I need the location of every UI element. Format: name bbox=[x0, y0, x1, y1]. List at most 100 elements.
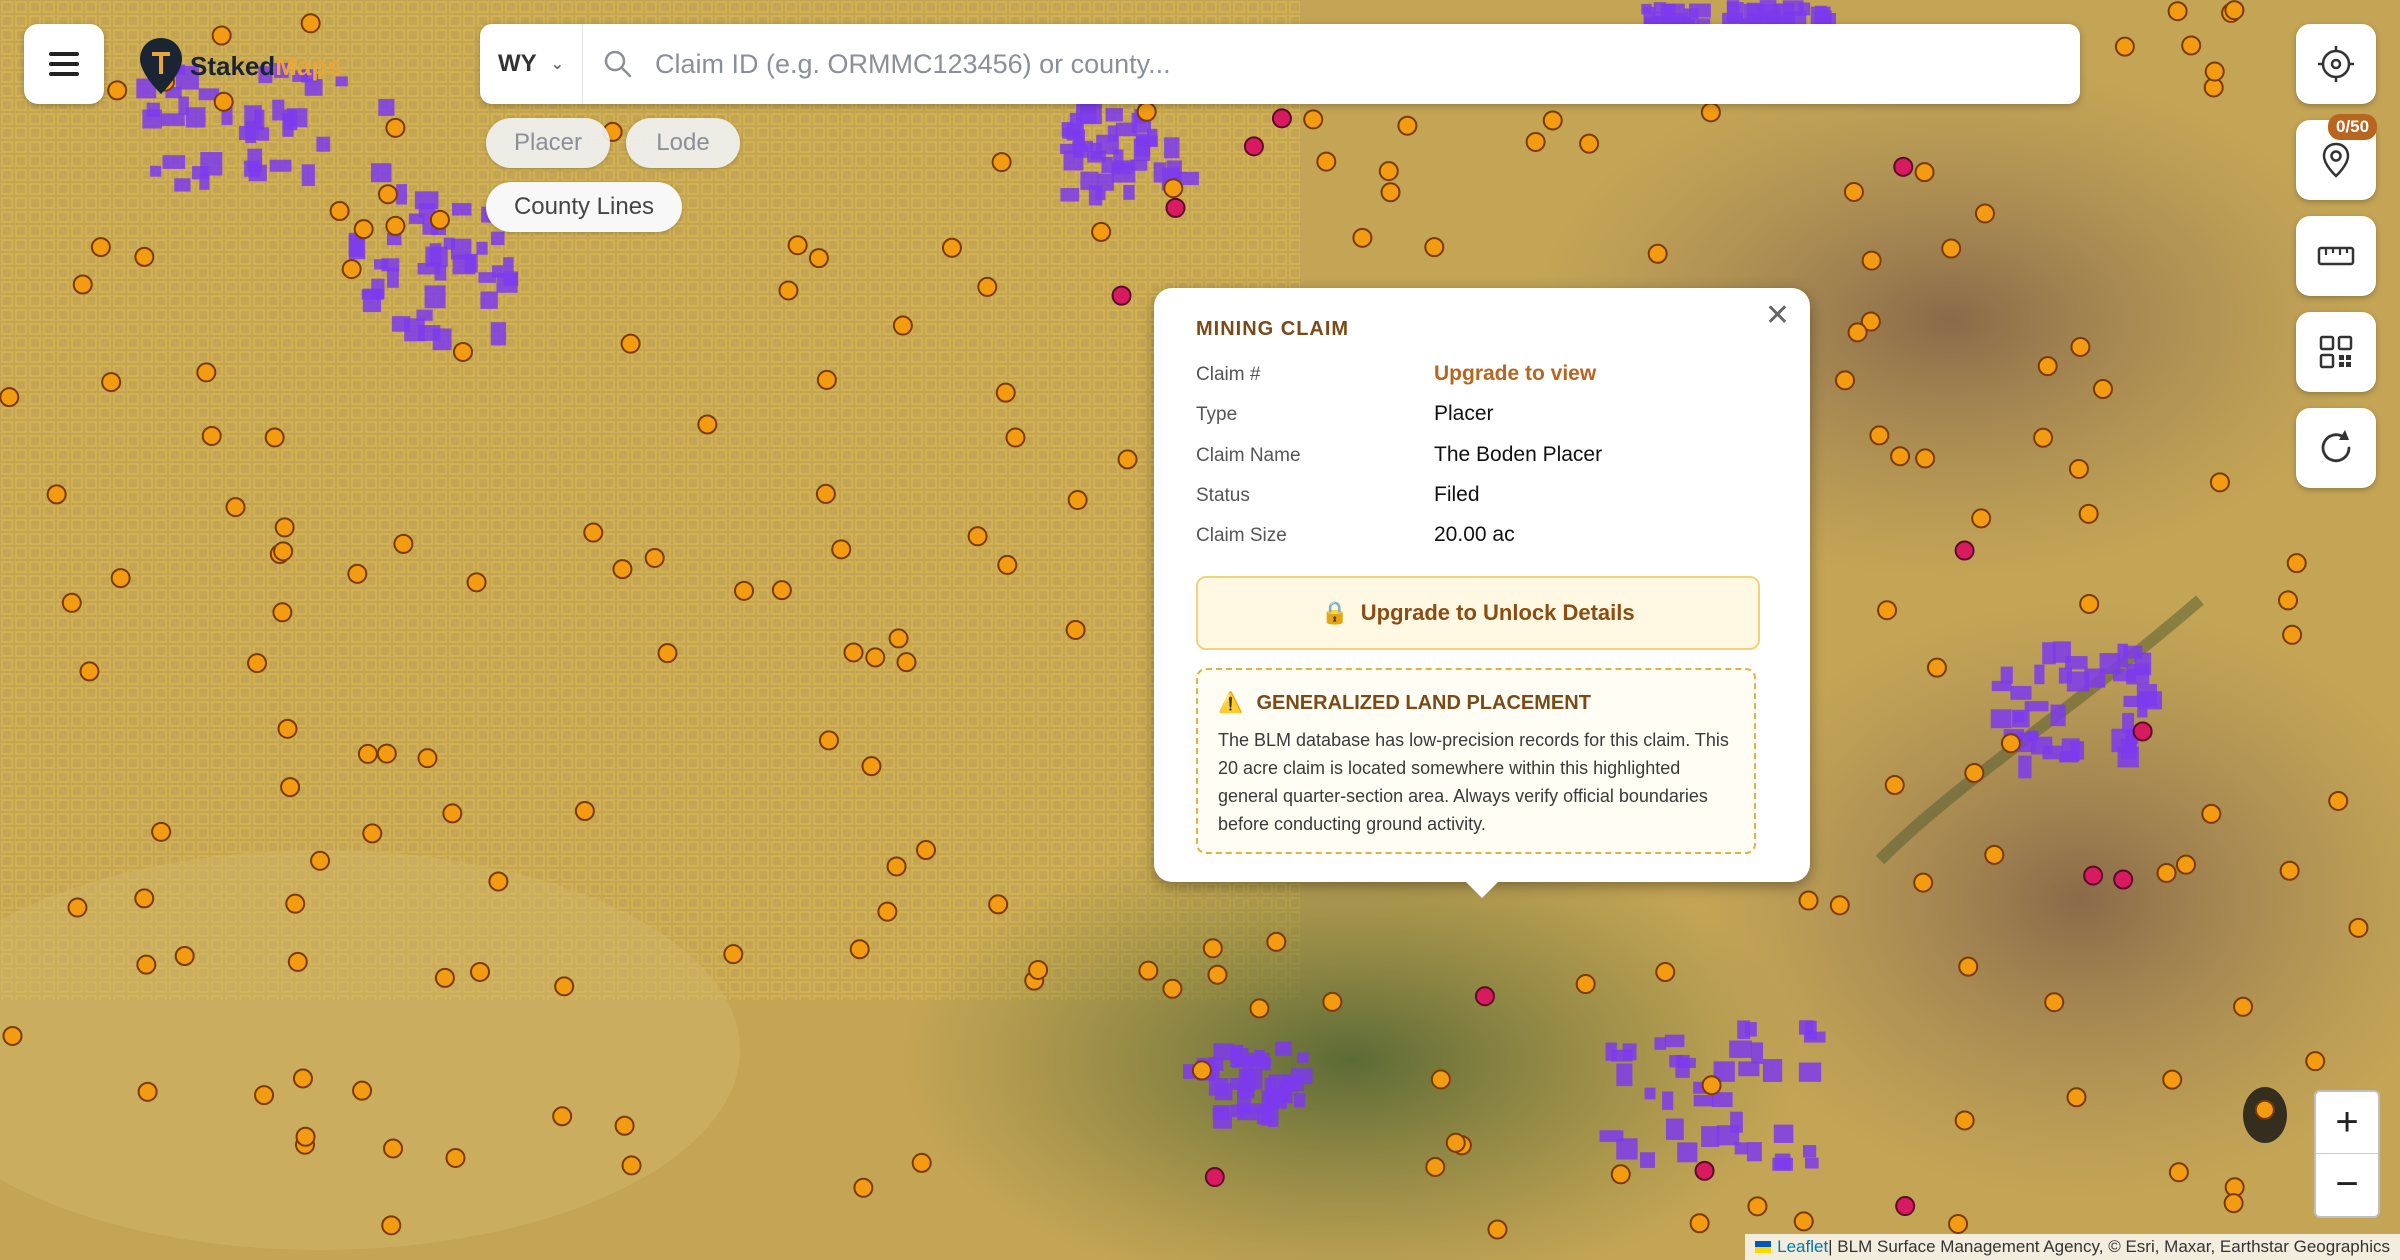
claim-block[interactable] bbox=[1254, 1049, 1265, 1063]
placer-claim-marker[interactable] bbox=[46, 484, 67, 505]
placer-claim-marker[interactable] bbox=[843, 642, 864, 663]
placer-claim-marker[interactable] bbox=[1747, 1196, 1768, 1217]
claim-block[interactable] bbox=[1290, 1068, 1313, 1085]
claim-block[interactable] bbox=[1990, 709, 2012, 729]
zoom-out-button[interactable]: − bbox=[2316, 1153, 2378, 1215]
claim-block[interactable] bbox=[1076, 101, 1097, 124]
placer-claim-marker[interactable] bbox=[292, 1068, 313, 1089]
placer-claim-marker[interactable] bbox=[1869, 425, 1890, 446]
claim-block[interactable] bbox=[1773, 1124, 1794, 1143]
placer-claim-marker[interactable] bbox=[136, 954, 157, 975]
placer-claim-marker[interactable] bbox=[1067, 490, 1088, 511]
claim-block[interactable] bbox=[1063, 150, 1084, 171]
placer-claim-marker[interactable] bbox=[310, 850, 331, 871]
placer-claim-marker[interactable] bbox=[277, 718, 298, 739]
placer-claim-marker[interactable] bbox=[225, 497, 246, 518]
claim-block[interactable] bbox=[1737, 1020, 1751, 1040]
placer-claim-marker[interactable] bbox=[2279, 860, 2300, 881]
claim-block[interactable] bbox=[424, 285, 446, 309]
placer-claim-marker[interactable] bbox=[1202, 938, 1223, 959]
placer-claim-marker[interactable] bbox=[554, 976, 575, 997]
claim-block[interactable] bbox=[1665, 1118, 1684, 1140]
placer-claim-marker[interactable] bbox=[988, 894, 1009, 915]
placer-claim-marker[interactable] bbox=[2068, 458, 2089, 479]
claim-block[interactable] bbox=[1095, 189, 1106, 201]
placer-claim-marker[interactable] bbox=[2044, 992, 2065, 1013]
placer-claim-marker[interactable] bbox=[2223, 1193, 2244, 1214]
placer-claim-marker[interactable] bbox=[247, 653, 268, 674]
placer-claim-marker[interactable] bbox=[2168, 1162, 2189, 1183]
claim-block[interactable] bbox=[404, 318, 425, 342]
placer-claim-marker[interactable] bbox=[1829, 895, 1850, 916]
placer-claim-marker[interactable] bbox=[723, 944, 744, 965]
claim-block[interactable] bbox=[146, 102, 160, 117]
placer-claim-marker[interactable] bbox=[1798, 890, 1819, 911]
close-icon[interactable]: ✕ bbox=[1765, 298, 1790, 333]
placer-claim-marker[interactable] bbox=[1655, 962, 1676, 983]
claim-block[interactable] bbox=[247, 148, 263, 172]
claim-block[interactable] bbox=[1294, 1092, 1306, 1108]
placer-claim-marker[interactable] bbox=[1913, 872, 1934, 893]
placer-claim-marker[interactable] bbox=[151, 821, 172, 842]
claim-block[interactable] bbox=[2099, 653, 2121, 674]
claim-block[interactable] bbox=[316, 136, 331, 152]
placer-claim-marker[interactable] bbox=[1793, 1211, 1814, 1232]
placer-claim-marker[interactable] bbox=[787, 235, 808, 256]
locate-button[interactable] bbox=[2296, 24, 2376, 104]
lode-claim-marker[interactable] bbox=[1111, 285, 1132, 306]
claim-block[interactable] bbox=[1136, 135, 1158, 147]
claim-block[interactable] bbox=[301, 164, 315, 186]
placer-claim-marker[interactable] bbox=[831, 539, 852, 560]
claim-block[interactable] bbox=[2065, 656, 2088, 670]
placer-claim-marker[interactable] bbox=[574, 801, 595, 822]
claim-block[interactable] bbox=[1701, 1126, 1720, 1147]
placer-claim-marker[interactable] bbox=[1579, 133, 1600, 154]
claim-block[interactable] bbox=[269, 159, 292, 172]
placer-claim-marker[interactable] bbox=[1984, 844, 2005, 865]
placer-claim-marker[interactable] bbox=[1487, 1219, 1508, 1240]
placer-claim-marker[interactable] bbox=[911, 1152, 932, 1173]
filter-chip-placer[interactable]: Placer bbox=[486, 118, 610, 168]
claim-block[interactable] bbox=[1616, 1138, 1638, 1160]
placer-claim-marker[interactable] bbox=[2233, 996, 2254, 1017]
placer-claim-marker[interactable] bbox=[383, 1138, 404, 1159]
claim-block[interactable] bbox=[178, 96, 189, 115]
placer-claim-marker[interactable] bbox=[1890, 446, 1911, 467]
placer-claim-marker[interactable] bbox=[1843, 181, 1864, 202]
claim-block[interactable] bbox=[2013, 711, 2025, 723]
claim-block[interactable] bbox=[1212, 1107, 1229, 1120]
placer-claim-marker[interactable] bbox=[778, 280, 799, 301]
claim-block[interactable] bbox=[1060, 188, 1080, 202]
claim-block[interactable] bbox=[381, 258, 400, 272]
claim-block[interactable] bbox=[1729, 1040, 1752, 1058]
placer-claim-marker[interactable] bbox=[1926, 657, 1947, 678]
placer-claim-marker[interactable] bbox=[110, 568, 131, 589]
placer-claim-marker[interactable] bbox=[273, 541, 294, 562]
claim-block[interactable] bbox=[1677, 1057, 1696, 1068]
claim-block[interactable] bbox=[1644, 1087, 1656, 1100]
claim-block[interactable] bbox=[1716, 1125, 1740, 1146]
placer-claim-marker[interactable] bbox=[997, 554, 1018, 575]
placer-claim-marker[interactable] bbox=[1425, 1156, 1446, 1177]
placer-claim-marker[interactable] bbox=[1378, 161, 1399, 182]
placer-claim-marker[interactable] bbox=[329, 200, 350, 221]
placer-claim-marker[interactable] bbox=[2037, 356, 2058, 377]
placer-claim-marker[interactable] bbox=[977, 276, 998, 297]
placer-claim-marker[interactable] bbox=[1915, 448, 1936, 469]
placer-claim-marker[interactable] bbox=[174, 946, 195, 967]
filter-chip-county-lines[interactable]: County Lines bbox=[486, 182, 682, 232]
placer-claim-marker[interactable] bbox=[657, 643, 678, 664]
placer-claim-marker[interactable] bbox=[1958, 956, 1979, 977]
claim-block[interactable] bbox=[150, 165, 162, 177]
placer-claim-marker[interactable] bbox=[2162, 1069, 2183, 1090]
claim-block[interactable] bbox=[1774, 1153, 1791, 1171]
claim-block[interactable] bbox=[244, 105, 262, 128]
placer-claim-marker[interactable] bbox=[254, 1085, 275, 1106]
placer-claim-marker[interactable] bbox=[1397, 115, 1418, 136]
claim-block[interactable] bbox=[185, 107, 206, 128]
placer-claim-marker[interactable] bbox=[1266, 931, 1287, 952]
placer-claim-marker[interactable] bbox=[612, 559, 633, 580]
claim-block[interactable] bbox=[1746, 1142, 1762, 1162]
placer-claim-marker[interactable] bbox=[2181, 35, 2202, 56]
claim-block[interactable] bbox=[2126, 663, 2150, 685]
